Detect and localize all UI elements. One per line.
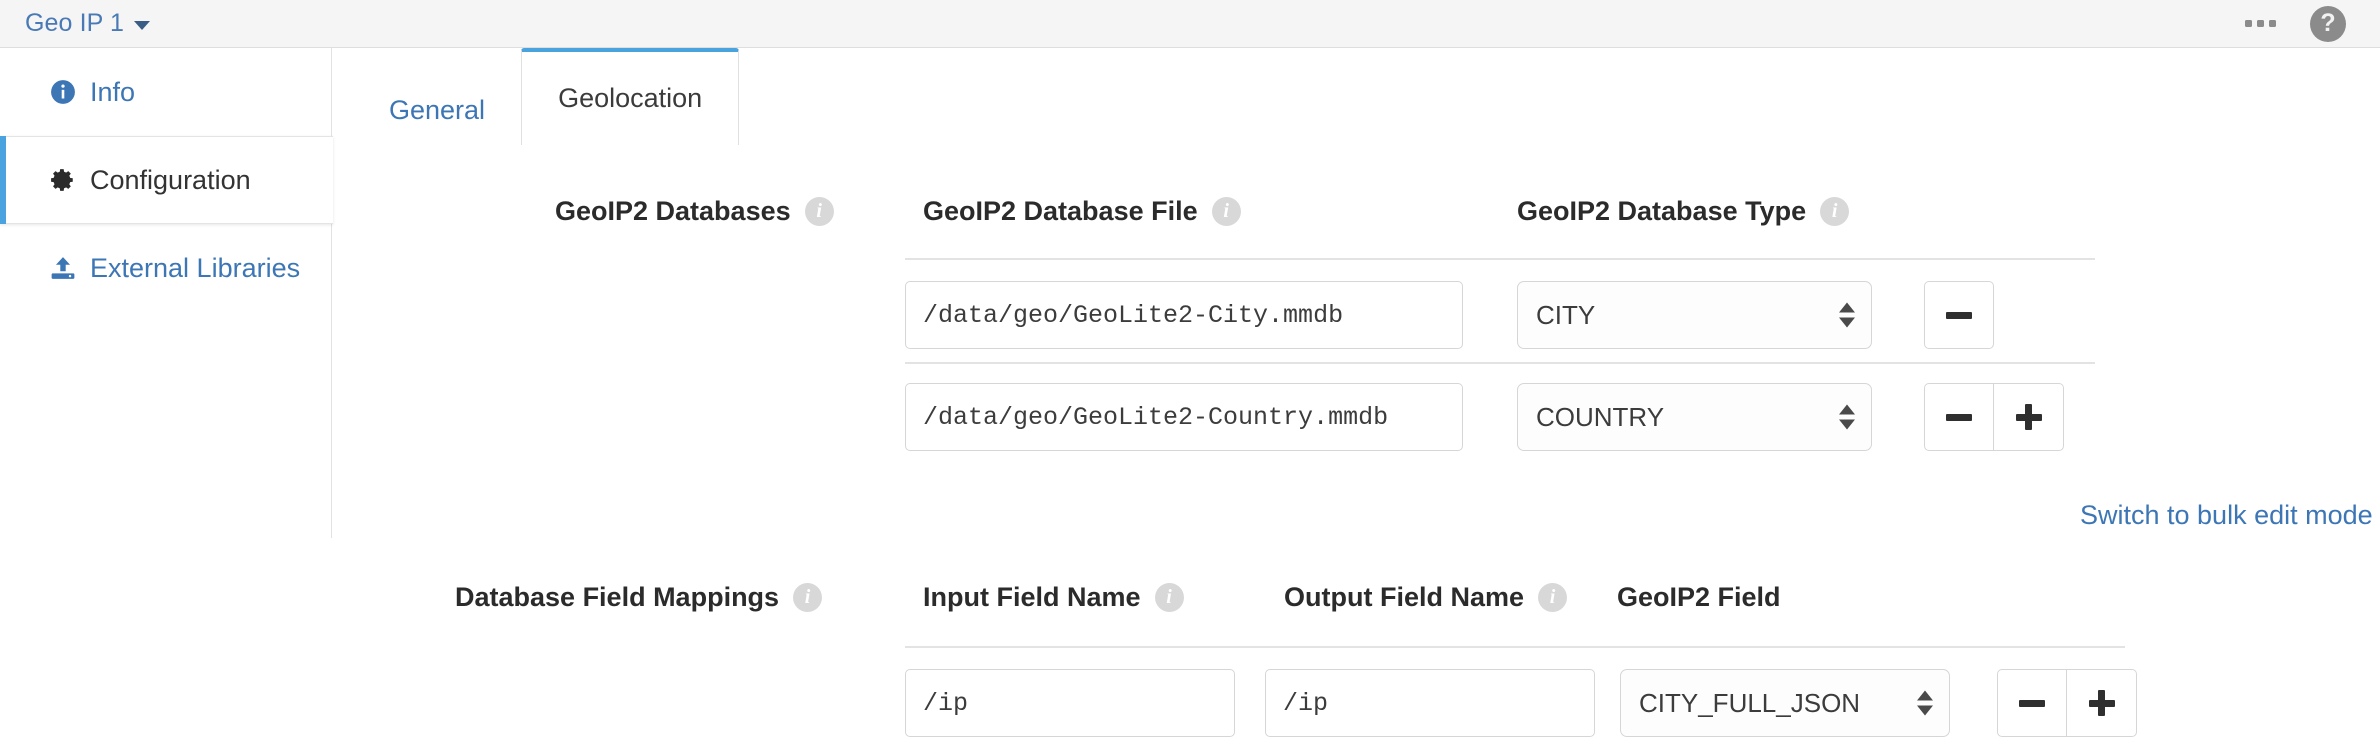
sidebar-item-configuration[interactable]: Configuration [0,136,333,224]
select-value: CITY [1536,300,1596,330]
input-field-name-input[interactable] [905,669,1235,737]
arrow-up-icon [1839,302,1855,313]
help-icon[interactable]: ? [2310,5,2346,42]
arrow-down-icon [1917,705,1933,716]
sidebar-item-label: External Libraries [90,252,301,283]
label-text: GeoIP2 Database Type [1517,195,1807,226]
tab-general[interactable]: General [353,75,521,145]
mapping-row-actions [1997,669,2137,737]
sidebar-item-info[interactable]: Info [0,48,331,136]
geoip2-database-type-select[interactable]: COUNTRY [1517,383,1872,451]
chevron-down-icon[interactable] [134,21,151,30]
label-text: GeoIP2 Field [1617,581,1781,612]
database-field-mappings-label: Database Field Mappings i [455,581,823,613]
arrow-down-icon [1839,419,1855,430]
minus-icon [2019,699,2045,707]
remove-database-row-button[interactable] [1924,281,1994,349]
geoip2-field-label: GeoIP2 Field [1617,582,1781,613]
info-icon[interactable]: i [1154,582,1184,612]
ellipsis-dot [2257,20,2264,27]
gear-icon [48,167,78,193]
label-text: Input Field Name [923,581,1141,612]
switch-to-bulk-edit-mode-link[interactable]: Switch to bulk edit mode [2080,500,2373,531]
geoip2-database-file-input[interactable] [905,383,1463,451]
breadcrumb-label: Geo IP 1 [25,9,125,37]
tab-bar: General Geolocation [333,48,2380,145]
plus-icon [2015,404,2042,430]
minus-icon [1946,413,1972,421]
row-separator [905,258,2095,260]
select-value: COUNTRY [1536,402,1665,432]
arrow-up-icon [1917,690,1933,701]
minus-icon [1946,311,1972,319]
row-separator [905,646,2125,648]
ellipsis-dot [2245,20,2252,27]
info-icon[interactable]: i [804,196,834,226]
label-text: Database Field Mappings [455,581,780,612]
geoip2-databases-label: GeoIP2 Databases i [555,196,895,227]
sidebar: Info Configuration External Libraries [0,48,333,538]
row-separator [905,362,2095,364]
output-field-name-label: Output Field Name i [1284,581,1568,613]
label-text: GeoIP2 Databases [555,195,791,226]
select-stepper-arrows-icon [1839,302,1855,328]
select-stepper-arrows-icon [1917,690,1933,716]
geoip2-database-type-select[interactable]: CITY [1517,281,1872,349]
label-text: Output Field Name [1284,581,1525,612]
add-database-row-button[interactable] [1994,383,2064,451]
arrow-up-icon [1839,404,1855,415]
arrow-down-icon [1839,317,1855,328]
sidebar-item-external-libraries[interactable]: External Libraries [0,224,331,312]
geoip2-database-file-label: GeoIP2 Database File i [923,196,1241,227]
geoip2-database-type-label: GeoIP2 Database Type i [1517,195,1850,227]
remove-database-row-button[interactable] [1924,383,1994,451]
main-content: GeoIP2 Databases i GeoIP2 Database File … [333,145,2380,756]
remove-mapping-row-button[interactable] [1997,669,2067,737]
tab-strip: General Geolocation [353,48,740,145]
select-value: CITY_FULL_JSON [1639,688,1861,718]
sidebar-item-label: Configuration [90,164,251,195]
info-icon[interactable]: i [1211,196,1241,226]
info-circle-icon [48,79,78,105]
label-text: GeoIP2 Database File [923,195,1198,226]
geoip2-field-select[interactable]: CITY_FULL_JSON [1620,669,1950,737]
select-stepper-arrows-icon [1839,404,1855,430]
info-icon[interactable]: i [1820,196,1850,226]
output-field-name-input[interactable] [1265,669,1595,737]
input-field-name-label: Input Field Name i [923,582,1184,613]
top-header-actions: ? [2245,5,2346,42]
ellipsis-dot [2269,20,2276,27]
tab-geolocation[interactable]: Geolocation [521,48,740,145]
add-mapping-row-button[interactable] [2067,669,2137,737]
breadcrumb[interactable]: Geo IP 1 [25,9,151,38]
ellipsis-icon[interactable] [2245,20,2276,27]
sidebar-item-label: Info [90,76,136,107]
info-icon[interactable]: i [793,582,823,612]
database-row-actions [1924,281,1994,349]
database-row-actions [1924,383,2064,451]
geoip2-database-file-input[interactable] [905,281,1463,349]
plus-icon [2088,690,2115,716]
upload-icon [48,255,78,281]
info-icon[interactable]: i [1538,582,1568,612]
top-header-bar: Geo IP 1 ? [0,0,2380,48]
